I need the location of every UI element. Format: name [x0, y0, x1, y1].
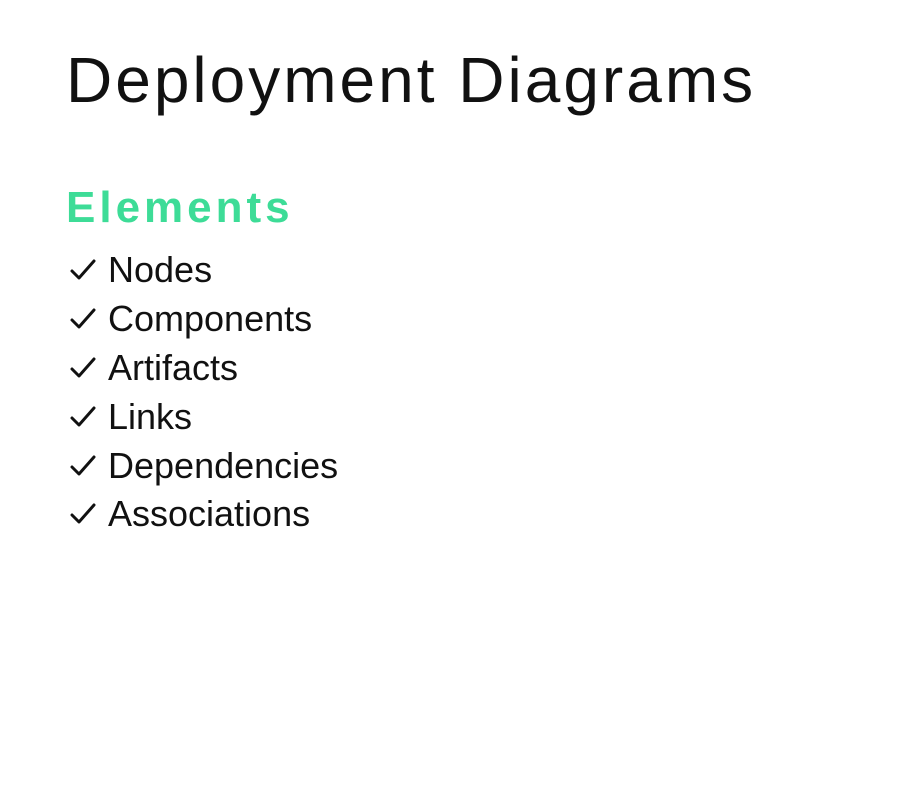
check-icon: [66, 400, 100, 434]
section-heading: Elements: [66, 183, 294, 232]
check-icon: [66, 497, 100, 531]
element-checklist: Nodes Components Artifacts Links Depende…: [66, 246, 916, 539]
list-item-label: Dependencies: [108, 444, 339, 486]
list-item-label: Associations: [108, 493, 311, 535]
list-item-label: Nodes: [108, 249, 213, 291]
list-item: Artifacts: [66, 344, 916, 393]
list-item: Links: [66, 392, 916, 441]
page-title: Deployment Diagrams: [66, 44, 757, 116]
list-item-label: Artifacts: [108, 346, 239, 388]
list-item: Components: [66, 295, 916, 344]
check-icon: [66, 253, 100, 287]
slide: Deployment Diagrams Elements Nodes Compo…: [66, 40, 916, 539]
list-item: Nodes: [66, 246, 916, 295]
list-item: Associations: [66, 490, 916, 539]
check-icon: [66, 449, 100, 483]
list-item: Dependencies: [66, 441, 916, 490]
check-icon: [66, 351, 100, 385]
check-icon: [66, 302, 100, 336]
list-item-label: Links: [108, 395, 193, 437]
list-item-label: Components: [108, 298, 313, 340]
